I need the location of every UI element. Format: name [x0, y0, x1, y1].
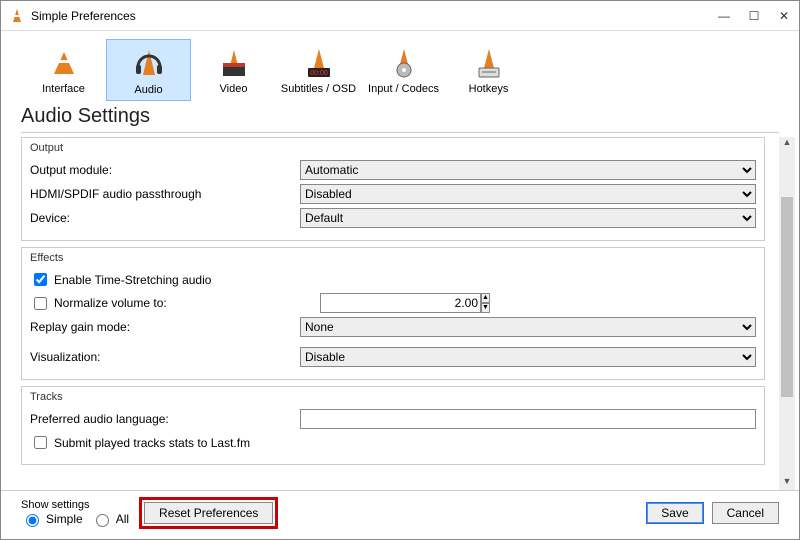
- visualization-select[interactable]: Disable: [300, 347, 756, 367]
- normalize-checkbox[interactable]: [34, 297, 47, 310]
- preferences-window: Simple Preferences — ☐ ✕ Interface Audio…: [0, 0, 800, 540]
- vlc-icon: [9, 8, 25, 24]
- tab-label: Subtitles / OSD: [278, 83, 359, 95]
- tab-label: Hotkeys: [448, 83, 529, 95]
- output-group: Output Output module: Automatic HDMI/SPD…: [21, 137, 765, 241]
- tab-label: Video: [193, 83, 274, 95]
- tab-video[interactable]: Video: [191, 39, 276, 101]
- vertical-scrollbar[interactable]: ▲ ▼: [779, 137, 795, 490]
- lastfm-label: Submit played tracks stats to Last.fm: [54, 436, 250, 450]
- preferred-lang-input[interactable]: [300, 409, 756, 429]
- window-title: Simple Preferences: [31, 9, 717, 23]
- reset-highlight: Reset Preferences: [139, 497, 278, 529]
- minimize-button[interactable]: —: [717, 9, 731, 23]
- tab-hotkeys[interactable]: Hotkeys: [446, 39, 531, 101]
- tab-label: Interface: [23, 83, 104, 95]
- visualization-label: Visualization:: [30, 350, 300, 364]
- radio-all[interactable]: [96, 514, 109, 527]
- scroll-up-icon[interactable]: ▲: [779, 137, 795, 151]
- page-title: Audio Settings: [1, 101, 799, 130]
- reset-preferences-button[interactable]: Reset Preferences: [144, 502, 273, 524]
- headphones-icon: [109, 44, 188, 84]
- group-legend: Output: [30, 142, 756, 154]
- spin-down-icon[interactable]: ▼: [481, 303, 490, 313]
- scroll-thumb[interactable]: [781, 197, 793, 397]
- show-settings-label: Show settings: [21, 499, 129, 511]
- svg-text:00:00: 00:00: [310, 70, 328, 77]
- lastfm-checkbox[interactable]: [34, 436, 47, 449]
- category-tabs: Interface Audio Video 00:00 Subtitles / …: [1, 31, 799, 101]
- output-module-label: Output module:: [30, 163, 300, 177]
- tab-input-codecs[interactable]: Input / Codecs: [361, 39, 446, 101]
- maximize-button[interactable]: ☐: [747, 9, 761, 23]
- radio-simple[interactable]: [26, 514, 39, 527]
- device-label: Device:: [30, 211, 300, 225]
- settings-panel: Output Output module: Automatic HDMI/SPD…: [1, 137, 777, 490]
- output-module-select[interactable]: Automatic: [300, 160, 756, 180]
- time-stretch-checkbox[interactable]: [34, 273, 47, 286]
- effects-group: Effects Enable Time-Stretching audio Nor…: [21, 247, 765, 380]
- keyboard-icon: [448, 43, 529, 83]
- replay-gain-label: Replay gain mode:: [30, 320, 300, 334]
- separator: [21, 132, 779, 133]
- normalize-value[interactable]: [320, 293, 481, 313]
- tab-interface[interactable]: Interface: [21, 39, 106, 101]
- time-stretch-label: Enable Time-Stretching audio: [54, 273, 211, 287]
- device-select[interactable]: Default: [300, 208, 756, 228]
- normalize-spinbox[interactable]: ▲▼: [320, 293, 460, 313]
- cone-icon: [23, 43, 104, 83]
- group-legend: Tracks: [30, 391, 756, 403]
- disc-icon: [363, 43, 444, 83]
- tracks-group: Tracks Preferred audio language: Submit …: [21, 386, 765, 465]
- footer: Show settings Simple All Reset Preferenc…: [1, 490, 799, 539]
- spin-up-icon[interactable]: ▲: [481, 293, 490, 303]
- cancel-button[interactable]: Cancel: [712, 502, 779, 524]
- replay-gain-select[interactable]: None: [300, 317, 756, 337]
- tab-label: Audio: [109, 84, 188, 96]
- subtitles-icon: 00:00: [278, 43, 359, 83]
- clapperboard-icon: [193, 43, 274, 83]
- save-button[interactable]: Save: [646, 502, 703, 524]
- preferred-lang-label: Preferred audio language:: [30, 412, 300, 426]
- scroll-down-icon[interactable]: ▼: [779, 476, 795, 490]
- close-button[interactable]: ✕: [777, 9, 791, 23]
- titlebar: Simple Preferences — ☐ ✕: [1, 1, 799, 31]
- group-legend: Effects: [30, 252, 756, 264]
- normalize-label: Normalize volume to:: [54, 296, 167, 310]
- tab-label: Input / Codecs: [363, 83, 444, 95]
- tab-subtitles[interactable]: 00:00 Subtitles / OSD: [276, 39, 361, 101]
- passthrough-select[interactable]: Disabled: [300, 184, 756, 204]
- passthrough-label: HDMI/SPDIF audio passthrough: [30, 187, 300, 201]
- tab-audio[interactable]: Audio: [106, 39, 191, 101]
